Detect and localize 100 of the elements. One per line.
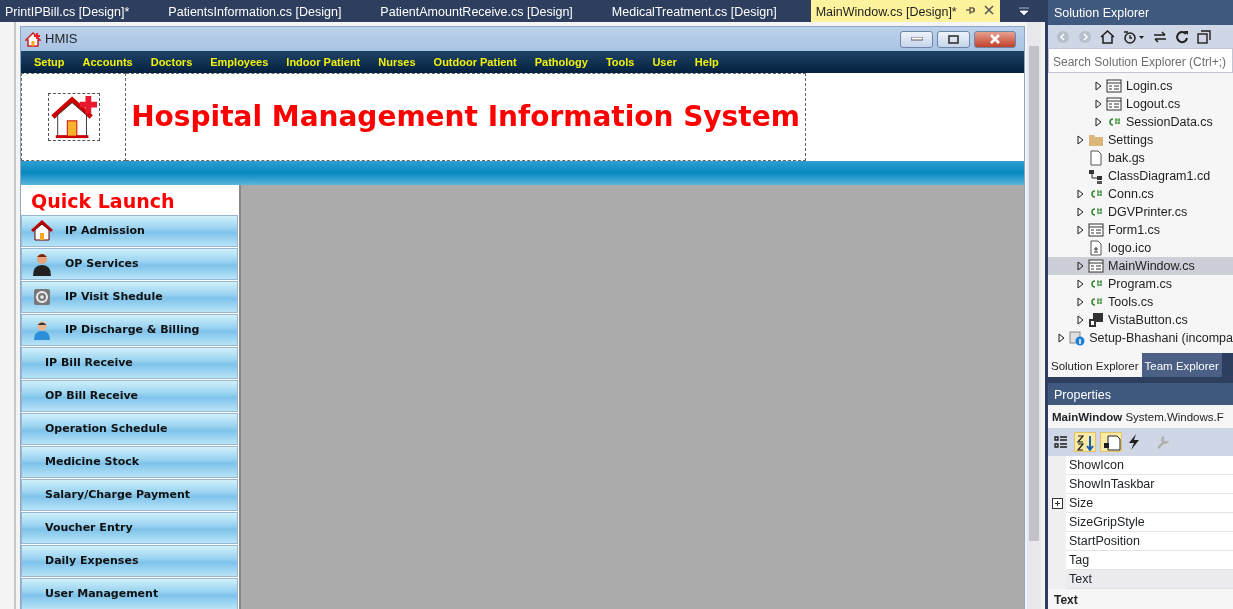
- refresh-icon[interactable]: [1175, 29, 1189, 44]
- gear-icon: [33, 288, 51, 306]
- menu-item[interactable]: Employees: [201, 53, 278, 71]
- object-type: System.Windows.F: [1125, 411, 1224, 423]
- windows-icon[interactable]: [1197, 29, 1211, 44]
- tree-item[interactable]: Conn.cs: [1048, 185, 1233, 203]
- launch-button[interactable]: IP Admission: [21, 215, 238, 247]
- tree-item[interactable]: Tools.cs: [1048, 293, 1233, 311]
- menu-item[interactable]: Accounts: [73, 53, 142, 71]
- launch-button[interactable]: IP Visit Shedule: [21, 281, 238, 313]
- tree-item[interactable]: Program.cs: [1048, 275, 1233, 293]
- property-name[interactable]: ShowIcon: [1066, 456, 1233, 475]
- folder-icon: [1088, 132, 1104, 148]
- menu-item[interactable]: Outdoor Patient: [424, 53, 526, 71]
- tree-item[interactable]: Settings: [1048, 131, 1233, 149]
- launch-button[interactable]: Voucher Entry: [21, 512, 238, 544]
- property-name[interactable]: Tag: [1066, 551, 1233, 570]
- launch-button[interactable]: Operation Schedule: [21, 413, 238, 445]
- property-name[interactable]: Text: [1066, 570, 1233, 589]
- panel-title: Properties: [1048, 383, 1233, 405]
- launch-button[interactable]: IP Discharge & Billing: [21, 314, 238, 346]
- form-icon: [1088, 258, 1104, 274]
- panel-tab[interactable]: Solution Explorer: [1048, 353, 1142, 377]
- menu-item[interactable]: Tools: [596, 53, 644, 71]
- close-icon[interactable]: [983, 5, 994, 15]
- tree-item[interactable]: ClassDiagram1.cd: [1048, 167, 1233, 185]
- tree-item[interactable]: VistaButton.cs: [1048, 311, 1233, 329]
- menu-item[interactable]: Help: [685, 53, 728, 71]
- document-tab[interactable]: PatientsInformation.cs [Design]: [163, 0, 348, 22]
- minimize-icon: [910, 37, 923, 41]
- icon-file-icon: [1088, 240, 1104, 256]
- item-label: ClassDiagram1.cd: [1108, 167, 1211, 185]
- tree-item[interactable]: Form1.cs: [1048, 221, 1233, 239]
- launch-button[interactable]: Daily Expenses: [21, 545, 238, 577]
- close-icon: [989, 34, 1001, 44]
- form-icon: [1088, 222, 1104, 238]
- house-icon: [31, 220, 53, 242]
- item-label: MainWindow.cs: [1108, 257, 1195, 275]
- pin-icon[interactable]: [964, 5, 976, 16]
- menu-item[interactable]: Indoor Patient: [277, 53, 370, 71]
- menu-item[interactable]: Nurses: [369, 53, 425, 71]
- document-tab[interactable]: MedicalTreatment.cs [Design]: [606, 0, 783, 22]
- component-icon: [1088, 312, 1104, 328]
- lightning-icon[interactable]: [1126, 433, 1142, 451]
- item-label: DGVPrinter.cs: [1108, 203, 1188, 221]
- launch-button[interactable]: IP Bill Receive: [21, 347, 238, 379]
- maximize-button[interactable]: [937, 30, 970, 48]
- scrollbar[interactable]: [1027, 22, 1041, 609]
- property-name[interactable]: Size: [1066, 494, 1233, 513]
- search-field[interactable]: Search Solution Explorer (Ctrl+;): [1048, 48, 1233, 73]
- form-icon: [1106, 96, 1122, 112]
- app-title: Hospital Management Information System: [131, 99, 800, 135]
- tree-item[interactable]: DGVPrinter.cs: [1048, 203, 1233, 221]
- document-tab[interactable]: PatientAmountReceive.cs [Design]: [375, 0, 579, 22]
- tree-item[interactable]: logo.ico: [1048, 239, 1233, 257]
- home-icon[interactable]: [1100, 29, 1115, 44]
- item-label: Form1.cs: [1108, 221, 1161, 239]
- document-tab[interactable]: MainWindow.cs [Design]*: [810, 0, 1000, 22]
- document-tab[interactable]: PrintIPBill.cs [Design]*: [0, 0, 136, 22]
- expand-icon[interactable]: [1051, 498, 1063, 509]
- tree-item[interactable]: Logout.cs: [1048, 95, 1233, 113]
- tree-item[interactable]: SessionData.cs: [1048, 113, 1233, 131]
- menu-item[interactable]: User: [643, 53, 686, 71]
- tree-item[interactable]: Login.cs: [1048, 77, 1233, 95]
- tree-item[interactable]: Setup-Bhashani (incompa: [1048, 329, 1233, 347]
- item-label: bak.gs: [1108, 149, 1145, 167]
- minimize-button[interactable]: [900, 30, 933, 48]
- history-icon[interactable]: [1123, 29, 1145, 44]
- maximize-icon: [948, 34, 959, 44]
- launch-button[interactable]: OP Bill Receive: [21, 380, 238, 412]
- close-button[interactable]: [974, 30, 1016, 48]
- diagram-icon: [1088, 168, 1104, 184]
- item-label: Logout.cs: [1126, 95, 1181, 113]
- properties-icon[interactable]: [1100, 432, 1122, 452]
- item-label: Settings: [1108, 131, 1154, 149]
- menu-item[interactable]: Pathology: [525, 53, 597, 71]
- menu-item[interactable]: Setup: [25, 53, 74, 71]
- item-label: Program.cs: [1108, 275, 1172, 293]
- sort-alphabetical-icon[interactable]: [1074, 432, 1096, 452]
- categorized-icon[interactable]: [1052, 433, 1070, 451]
- sync-icon[interactable]: [1153, 29, 1167, 44]
- file-icon: [1088, 150, 1104, 166]
- hospital-logo-icon: [47, 93, 100, 141]
- panel-tab[interactable]: Team Explorer: [1141, 353, 1222, 377]
- tree-item[interactable]: MainWindow.cs: [1048, 257, 1233, 275]
- property-name[interactable]: ShowInTaskbar: [1066, 475, 1233, 494]
- tree-item[interactable]: bak.gs: [1048, 149, 1233, 167]
- property-name[interactable]: SizeGripStyle: [1066, 513, 1233, 532]
- menu-item[interactable]: Doctors: [141, 53, 202, 71]
- launch-button[interactable]: User Management: [21, 578, 238, 609]
- project-icon: [1069, 330, 1086, 346]
- description-title: Text: [1054, 593, 1078, 607]
- launch-button[interactable]: Salary/Charge Payment: [21, 479, 238, 511]
- launch-button[interactable]: OP Services: [21, 248, 238, 280]
- property-name[interactable]: StartPosition: [1066, 532, 1233, 551]
- launch-button[interactable]: Medicine Stock: [21, 446, 238, 478]
- item-label: VistaButton.cs: [1108, 311, 1188, 329]
- object-name: MainWindow: [1052, 411, 1123, 423]
- form-icon: [1106, 78, 1122, 94]
- person-icon: [31, 252, 53, 276]
